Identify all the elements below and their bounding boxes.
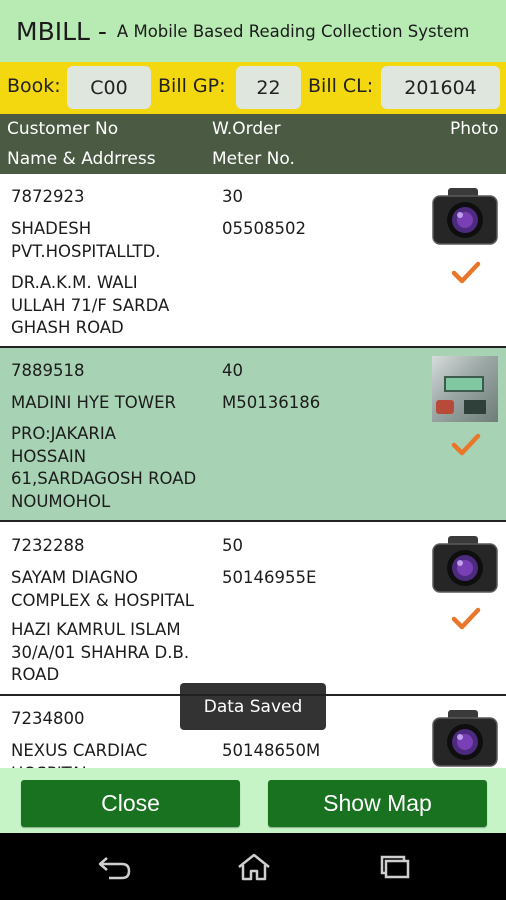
customer-address: PRO:JAKARIA HOSSAIN 61,SARDAGOSH ROAD NO… <box>11 424 197 511</box>
camera-icon[interactable] <box>432 534 498 594</box>
check-icon <box>451 607 481 630</box>
check-icon <box>451 433 481 456</box>
work-order: 40 <box>222 361 243 380</box>
customer-no: 7232288 <box>11 536 85 555</box>
system-nav-bar <box>0 833 506 900</box>
show-map-button[interactable]: Show Map <box>268 780 487 827</box>
app-name: MBILL - <box>16 16 107 46</box>
meter-no: M50136186 <box>222 393 321 412</box>
col-name-address: Name & Addrress <box>7 149 156 169</box>
col-customer-no: Customer No <box>7 119 119 139</box>
close-button[interactable]: Close <box>21 780 240 827</box>
list-item[interactable]: 7232288 SAYAM DIAGNO COMPLEX & HOSPITAL … <box>0 522 506 696</box>
title-bar: MBILL - A Mobile Based Reading Collectio… <box>0 0 506 62</box>
toast-message: Data Saved <box>180 683 326 730</box>
bill-gp-field[interactable]: 22 <box>236 66 301 109</box>
meter-no: 05508502 <box>222 219 306 238</box>
meter-no: 50146955E <box>222 568 317 587</box>
col-meter-no: Meter No. <box>212 149 295 169</box>
home-icon[interactable] <box>234 852 274 882</box>
col-work-order: W.Order <box>212 119 281 139</box>
bill-cl-field[interactable]: 201604 <box>381 66 500 109</box>
meter-photo-thumbnail[interactable] <box>432 356 498 422</box>
customer-address: DR.A.K.M. WALI ULLAH 71/F SARDA GHASH RO… <box>11 273 170 337</box>
book-label: Book: <box>7 75 61 97</box>
app-subtitle: A Mobile Based Reading Collection System <box>116 21 470 41</box>
bill-gp-label: Bill GP: <box>158 75 226 97</box>
customer-name: NEXUS CARDIAC HOSPITAL <box>11 741 148 768</box>
meter-no: 50148650M <box>222 741 321 760</box>
customer-no: 7889518 <box>11 361 85 380</box>
customer-list[interactable]: 7872923 SHADESH PVT.HOSPITALLTD. DR.A.K.… <box>0 174 506 768</box>
col-photo: Photo <box>450 119 499 139</box>
customer-name: SAYAM DIAGNO COMPLEX & HOSPITAL <box>11 568 194 610</box>
work-order: 30 <box>222 187 243 206</box>
list-item[interactable]: 7872923 SHADESH PVT.HOSPITALLTD. DR.A.K.… <box>0 174 506 348</box>
button-bar: Close Show Map <box>0 768 506 833</box>
camera-icon[interactable] <box>432 708 498 768</box>
bill-cl-label: Bill CL: <box>308 75 374 97</box>
list-item[interactable]: 7889518 MADINI HYE TOWER PRO:JAKARIA HOS… <box>0 348 506 522</box>
back-icon[interactable] <box>95 852 135 882</box>
bill-info-bar: Book: C00 Bill GP: 22 Bill CL: 201604 <box>0 62 506 114</box>
book-field[interactable]: C00 <box>67 66 151 109</box>
customer-name: SHADESH PVT.HOSPITALLTD. <box>11 219 161 261</box>
recents-icon[interactable] <box>375 852 415 882</box>
customer-no: 7234800 <box>11 709 85 728</box>
customer-name: MADINI HYE TOWER <box>11 393 176 412</box>
customer-no: 7872923 <box>11 187 85 206</box>
check-icon <box>451 261 481 284</box>
camera-icon[interactable] <box>432 186 498 246</box>
work-order: 50 <box>222 536 243 555</box>
customer-address: HAZI KAMRUL ISLAM 30/A/01 SHAHRA D.B. RO… <box>11 620 190 684</box>
column-header: Customer No Name & Addrress W.Order Mete… <box>0 114 506 174</box>
